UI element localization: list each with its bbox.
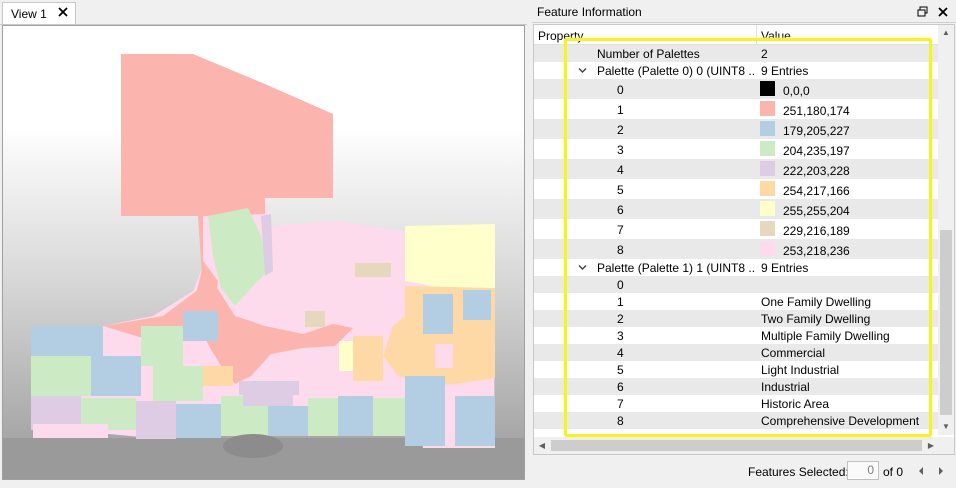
arrow-left-icon[interactable]: ◀ [534,438,550,454]
feature-information-panel: Feature Information Property Value Numbe… [532,2,956,486]
panel-header: Feature Information [532,2,956,23]
features-selected-label: Features Selected: [748,465,849,479]
float-window-icon[interactable] [916,5,930,19]
map-view[interactable] [2,25,525,480]
horizontal-scroll-thumb[interactable] [551,440,922,451]
features-total-label: of 0 [883,465,904,479]
arrow-up-icon[interactable]: ▲ [938,25,954,41]
tab-view-1[interactable]: View 1 [2,2,76,24]
tab-label: View 1 [11,7,47,21]
features-selected-field[interactable]: 0 [847,461,879,480]
close-icon[interactable] [936,5,950,19]
arrow-right-icon[interactable]: ▶ [923,438,939,454]
vertical-scrollbar[interactable]: ▲ ▼ [938,25,954,435]
selection-footer: Features Selected: 0 of 0 [532,458,956,486]
close-icon[interactable] [57,6,69,18]
land-use-map [3,54,524,479]
panel-title: Feature Information [537,5,642,19]
horizontal-scrollbar[interactable]: ◀ ▶ [534,437,939,454]
triangle-left-icon[interactable] [916,465,926,477]
arrow-down-icon[interactable]: ▼ [938,419,954,435]
vertical-scroll-thumb[interactable] [940,230,952,415]
property-grid[interactable]: Property Value Number of Palettes 2 Palett… [533,24,955,455]
highlight-box [564,38,932,437]
triangle-right-icon[interactable] [936,465,946,477]
scroll-corner [938,437,954,454]
document-tab-bar: View 1 [0,0,527,25]
